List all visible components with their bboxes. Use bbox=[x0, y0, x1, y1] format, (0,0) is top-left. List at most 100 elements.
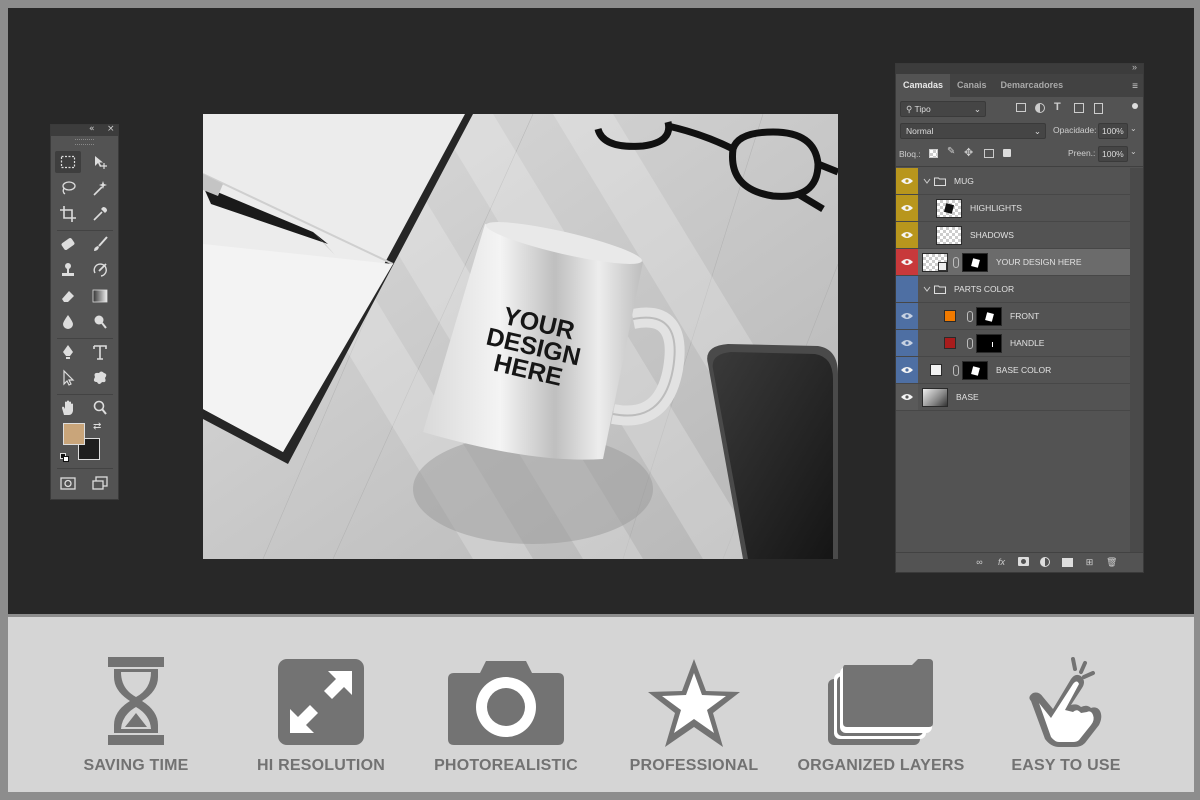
drag-grip[interactable] bbox=[75, 139, 94, 145]
trash-icon[interactable]: 🗑 bbox=[1106, 557, 1117, 568]
mask-thumbnail[interactable] bbox=[962, 253, 988, 272]
path-selection-tool-icon[interactable] bbox=[55, 367, 81, 389]
visibility-eye-icon[interactable] bbox=[896, 303, 918, 329]
visibility-eye-icon[interactable] bbox=[896, 384, 918, 410]
visibility-eye-icon[interactable] bbox=[896, 168, 918, 194]
opacity-field[interactable]: 100% bbox=[1098, 123, 1128, 139]
visibility-eye-icon[interactable] bbox=[896, 195, 918, 221]
tab-demarcadores[interactable]: Demarcadores bbox=[994, 74, 1071, 97]
chevron-down-icon[interactable]: ⌄ bbox=[1130, 124, 1137, 133]
layer-filter-select[interactable]: ⚲ Tipo ⌄ bbox=[900, 101, 986, 117]
visibility-eye-icon[interactable] bbox=[896, 357, 918, 383]
foreground-color-swatch[interactable] bbox=[63, 423, 85, 445]
fill-color-swatch[interactable] bbox=[944, 310, 956, 322]
link-icon[interactable] bbox=[953, 365, 959, 376]
layer-row[interactable]: MUG bbox=[896, 168, 1130, 195]
eraser-tool-icon[interactable] bbox=[55, 285, 81, 307]
brush-tool-icon[interactable] bbox=[87, 233, 113, 255]
filter-toggle-icon[interactable] bbox=[1132, 103, 1138, 109]
mask-thumbnail[interactable] bbox=[976, 334, 1002, 353]
hand-tool-icon[interactable] bbox=[55, 397, 81, 419]
collapse-icon[interactable]: » bbox=[1132, 62, 1137, 72]
blend-mode-select[interactable]: Normal ⌄ bbox=[900, 123, 1046, 139]
layers-scrollbar[interactable] bbox=[1130, 168, 1143, 553]
pen-tool-icon[interactable] bbox=[55, 341, 81, 363]
lock-artboard-icon[interactable] bbox=[984, 149, 994, 158]
dodge-tool-icon[interactable] bbox=[87, 311, 113, 333]
shape-tool-icon[interactable] bbox=[87, 367, 113, 389]
clone-stamp-tool-icon[interactable] bbox=[55, 259, 81, 281]
feature-photorealistic: PHOTOREALISTIC bbox=[411, 657, 601, 787]
tab-camadas[interactable]: Camadas bbox=[896, 74, 951, 97]
adjustment-filter-icon[interactable] bbox=[1035, 103, 1045, 113]
fill-field[interactable]: 100% bbox=[1098, 146, 1128, 162]
layer-row[interactable]: PARTS COLOR bbox=[896, 276, 1130, 303]
visibility-toggle-off[interactable] bbox=[896, 276, 918, 302]
type-filter-icon[interactable]: T bbox=[1054, 101, 1061, 113]
link-icon[interactable] bbox=[967, 338, 973, 349]
feature-label: PHOTOREALISTIC bbox=[434, 757, 578, 774]
layer-row[interactable]: HIGHLIGHTS bbox=[896, 195, 1130, 222]
layer-row[interactable]: BASE COLOR bbox=[896, 357, 1130, 384]
folder-icon[interactable] bbox=[1062, 557, 1073, 568]
layer-row-selected[interactable]: YOUR DESIGN HERE bbox=[896, 249, 1130, 276]
chevron-down-icon[interactable]: ⌄ bbox=[1130, 147, 1137, 156]
magic-wand-tool-icon[interactable] bbox=[87, 177, 113, 199]
link-icon[interactable] bbox=[967, 311, 973, 322]
layer-row[interactable]: SHADOWS bbox=[896, 222, 1130, 249]
crop-tool-icon[interactable] bbox=[55, 203, 81, 225]
eyedropper-tool-icon[interactable] bbox=[87, 203, 113, 225]
document-canvas[interactable]: YOUR DESIGN HERE bbox=[203, 114, 838, 559]
smart-object-thumbnail[interactable] bbox=[922, 253, 948, 272]
zoom-tool-icon[interactable] bbox=[87, 397, 113, 419]
feature-easy-to-use: EASY TO USE bbox=[971, 657, 1161, 787]
layer-list: MUG HIGHLIGHTS SHADOWS YOUR DESIGN HERE bbox=[896, 168, 1143, 553]
history-brush-tool-icon[interactable] bbox=[87, 259, 113, 281]
double-chevron-left-icon[interactable]: « bbox=[89, 124, 95, 134]
default-colors-icon[interactable] bbox=[60, 453, 69, 462]
lock-transparent-icon[interactable] bbox=[929, 149, 938, 158]
lock-pixels-icon[interactable]: ✎ bbox=[947, 146, 955, 157]
link-icon[interactable] bbox=[953, 257, 959, 268]
mask-thumbnail[interactable] bbox=[976, 307, 1002, 326]
shape-filter-icon[interactable] bbox=[1074, 103, 1084, 113]
screen-mode-icon[interactable] bbox=[87, 472, 113, 494]
visibility-eye-icon[interactable] bbox=[896, 330, 918, 356]
layer-row[interactable]: FRONT bbox=[896, 303, 1130, 330]
layers-panel-titlebar[interactable]: » bbox=[896, 62, 1143, 74]
gradient-tool-icon[interactable] bbox=[87, 285, 113, 307]
move-tool-icon[interactable] bbox=[87, 151, 113, 173]
tools-panel-header[interactable]: « × bbox=[51, 124, 118, 136]
layer-row[interactable]: BASE bbox=[896, 384, 1130, 411]
chevron-down-icon: ⌄ bbox=[1033, 126, 1041, 136]
panel-menu-icon[interactable]: ≡ bbox=[1132, 81, 1138, 92]
visibility-eye-icon[interactable] bbox=[896, 222, 918, 248]
lasso-tool-icon[interactable] bbox=[55, 177, 81, 199]
layer-row[interactable]: HANDLE bbox=[896, 330, 1130, 357]
quick-mask-icon[interactable] bbox=[55, 472, 81, 494]
blur-tool-icon[interactable] bbox=[55, 311, 81, 333]
adjustment-icon[interactable] bbox=[1040, 557, 1051, 568]
marquee-tool-icon[interactable] bbox=[55, 151, 81, 173]
fill-color-swatch[interactable] bbox=[944, 337, 956, 349]
pixel-filter-icon[interactable] bbox=[1016, 103, 1026, 112]
fx-icon[interactable]: fx bbox=[996, 557, 1007, 568]
feature-professional: PROFESSIONAL bbox=[599, 657, 789, 787]
type-tool-icon[interactable] bbox=[87, 341, 113, 363]
chevron-down-icon[interactable] bbox=[923, 285, 931, 293]
smart-object-filter-icon[interactable] bbox=[1094, 103, 1103, 114]
lock-all-icon[interactable] bbox=[1003, 149, 1011, 157]
tab-canais[interactable]: Canais bbox=[950, 74, 994, 97]
chevron-down-icon[interactable] bbox=[923, 177, 931, 185]
visibility-eye-icon[interactable] bbox=[896, 249, 918, 275]
layer-name: PARTS COLOR bbox=[954, 284, 1015, 294]
mask-icon[interactable] bbox=[1018, 557, 1029, 568]
spot-healing-tool-icon[interactable] bbox=[55, 233, 81, 255]
fill-color-swatch[interactable] bbox=[930, 364, 942, 376]
close-icon[interactable]: × bbox=[107, 124, 115, 134]
swap-colors-icon[interactable]: ⇄ bbox=[93, 421, 101, 432]
new-layer-icon[interactable]: ⊞ bbox=[1084, 557, 1095, 568]
link-icon[interactable]: ∞ bbox=[974, 557, 985, 568]
mask-thumbnail[interactable] bbox=[962, 361, 988, 380]
lock-position-icon[interactable]: ✥ bbox=[964, 146, 973, 159]
